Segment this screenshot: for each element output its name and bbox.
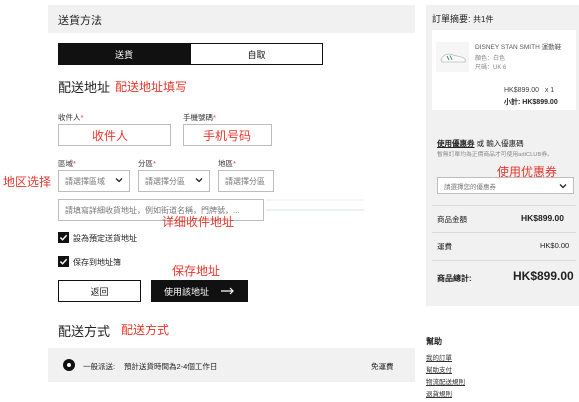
detail-annotation: 详细收件地址 xyxy=(162,215,235,229)
radio-dot xyxy=(67,363,71,367)
address-heading: 配送地址 xyxy=(58,80,111,95)
subtotal-label: 小計: xyxy=(504,99,521,106)
goods-amount-label: 商品金額 xyxy=(437,215,467,224)
tab-delivery[interactable]: 送貨 xyxy=(58,43,190,65)
divider xyxy=(432,260,576,261)
recipient-annotation: 收件人 xyxy=(92,129,129,143)
default-address-label: 設為預定送貨地址 xyxy=(73,234,137,243)
required-star: * xyxy=(213,113,216,122)
use-address-button[interactable]: 使用該地址 xyxy=(151,280,248,302)
chevron-down-icon xyxy=(195,178,203,183)
area-label-text: 地區 xyxy=(218,159,233,168)
help-link-payment[interactable]: 幫助支付 xyxy=(426,364,452,374)
total-label: 商品總計: xyxy=(437,274,472,283)
tab-pickup[interactable]: 自取 xyxy=(190,43,323,65)
goods-amount-value: HK$899.00 xyxy=(521,213,565,223)
district-label: 分區* xyxy=(138,158,156,169)
back-button[interactable]: 返回 xyxy=(58,280,141,302)
order-summary-title: 訂單摘要: 共1件 xyxy=(432,12,493,25)
area-select-value: 請選擇分區 xyxy=(225,176,265,186)
checkmark-icon xyxy=(59,258,68,265)
connector-line xyxy=(266,199,364,211)
recipient-label: 收件人* xyxy=(58,112,83,123)
product-size: 尺碼：UK 6 xyxy=(475,65,507,71)
summary-count: 共1件 xyxy=(473,15,494,24)
divider xyxy=(432,205,576,206)
back-button-label: 返回 xyxy=(90,286,109,297)
coupon-select-value: 請選擇您的優惠券 xyxy=(444,183,496,191)
chevron-down-icon xyxy=(115,178,123,183)
phone-label-text: 手機號碼 xyxy=(183,113,213,122)
region-label: 區域* xyxy=(58,158,76,169)
region-select[interactable]: 請選擇區域 xyxy=(58,170,130,192)
method-heading: 配送方式 xyxy=(58,324,111,339)
save-address-label: 保存到地址簿 xyxy=(73,258,121,267)
use-address-button-label: 使用該地址 xyxy=(163,286,209,297)
coupon-or: 或 xyxy=(476,139,485,148)
coupon-select[interactable]: 請選擇您的優惠券 xyxy=(437,177,574,194)
product-price-qty: HK$899.00 x 1 xyxy=(504,87,555,94)
method-price: 免運費 xyxy=(371,362,394,371)
phone-label: 手機號碼* xyxy=(183,112,216,123)
required-star: * xyxy=(73,159,76,168)
coupon-tab[interactable]: 使用優惠券 xyxy=(437,139,475,148)
help-link-my-orders[interactable]: 我的訂單 xyxy=(426,352,452,362)
phone-annotation: 手机号码 xyxy=(203,129,252,143)
tab-pickup-label: 自取 xyxy=(247,49,266,60)
coupon-tabs: 使用優惠券 或 輸入優惠碼 xyxy=(437,138,524,149)
shipping-section-title: 送貨方法 xyxy=(58,15,102,27)
subtotal-value: HK$899.00 xyxy=(522,99,558,106)
region-select-value: 請選擇區域 xyxy=(65,176,105,186)
divider xyxy=(432,232,576,233)
recipient-label-text: 收件人 xyxy=(58,113,81,122)
tab-delivery-label: 送貨 xyxy=(114,49,133,60)
save-address-checkbox[interactable] xyxy=(58,256,69,267)
method-description: 預計送貨時間為2-4個工作日 xyxy=(124,362,218,371)
total-value: HK$899.00 xyxy=(513,269,574,283)
sneaker-icon xyxy=(440,53,466,63)
product-image[interactable] xyxy=(436,42,469,72)
product-color: 顏色：白色 xyxy=(475,56,506,62)
default-address-checkbox[interactable] xyxy=(58,232,69,243)
required-star: * xyxy=(153,159,156,168)
save-annotation: 保存地址 xyxy=(172,264,221,278)
region-label-text: 區域 xyxy=(58,159,73,168)
shipping-fee-value: HK$0.00 xyxy=(540,241,570,250)
method-annotation: 配送方式 xyxy=(121,323,170,337)
subtotal-row: 小計: HK$899.00 xyxy=(504,97,558,107)
help-title: 幫助 xyxy=(426,337,442,346)
help-link-return-rules[interactable]: 退貨規則 xyxy=(426,388,452,398)
checkmark-icon xyxy=(59,234,68,241)
method-option-label: 一般派送: xyxy=(83,362,116,371)
chevron-down-icon xyxy=(559,184,567,189)
summary-title-text: 訂單摘要: xyxy=(432,14,471,24)
region-annotation: 地区选择 xyxy=(3,175,52,189)
district-select[interactable]: 請選擇分區 xyxy=(138,170,210,192)
coupon-code-tab[interactable]: 輸入優惠碼 xyxy=(486,139,524,148)
product-name[interactable]: DISNEY STAN SMITH 運動鞋 xyxy=(475,41,561,51)
shipping-header-bar xyxy=(48,5,415,33)
area-label: 地區* xyxy=(218,158,236,169)
help-link-delivery-rules[interactable]: 物流配送規則 xyxy=(426,376,465,386)
required-star: * xyxy=(233,159,236,168)
method-radio[interactable] xyxy=(63,359,75,371)
address-annotation: 配送地址填写 xyxy=(115,80,188,94)
coupon-note: 暫無訂單均為正價商品才可使用adiCLUB券。 xyxy=(437,152,553,158)
shipping-fee-label: 運費 xyxy=(437,242,452,251)
arrow-right-icon xyxy=(221,287,234,295)
district-select-value: 請選擇分區 xyxy=(145,176,185,186)
required-star: * xyxy=(80,113,84,122)
district-label-text: 分區 xyxy=(138,159,153,168)
